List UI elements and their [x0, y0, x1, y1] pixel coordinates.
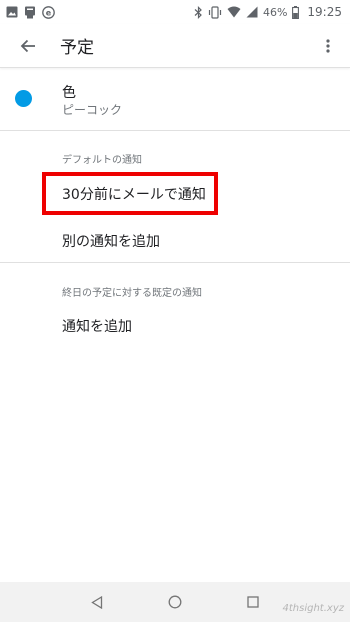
add-all-day-notification-button[interactable]: 通知を追加	[62, 316, 132, 336]
page-title: 予定	[60, 38, 94, 58]
color-swatch	[15, 90, 32, 107]
nav-home-button[interactable]	[163, 590, 187, 614]
svg-text:e: e	[46, 8, 52, 17]
vibrate-icon	[208, 5, 222, 19]
status-bar-left: e	[6, 5, 55, 19]
card-icon	[24, 6, 36, 19]
color-value: ピーコック	[62, 103, 123, 117]
back-button[interactable]	[0, 24, 56, 68]
image-icon	[6, 6, 18, 18]
app-bar: 予定	[0, 24, 350, 68]
more-options-button[interactable]	[314, 24, 342, 68]
default-notifications-header: デフォルトの通知	[62, 155, 142, 166]
e-icon: e	[42, 5, 55, 19]
battery-icon	[292, 5, 300, 19]
status-bar: e 46% 19:25	[0, 0, 350, 24]
divider	[0, 130, 350, 131]
navigation-bar	[0, 582, 350, 622]
nav-recents-button[interactable]	[241, 590, 265, 614]
all-day-notifications-header: 終日の予定に対する既定の通知	[62, 288, 202, 299]
watermark: 4thsight.xyz	[282, 603, 344, 614]
wifi-icon	[227, 6, 241, 18]
more-vert-icon	[326, 39, 330, 53]
arrow-back-icon	[20, 39, 35, 52]
highlight-annotation	[42, 172, 218, 215]
screen: e 46% 19:25 予定 色 ピーコック デフォルトの通知 30分前にメール…	[0, 0, 350, 622]
clock: 19:25	[307, 5, 342, 19]
color-label: 色	[62, 85, 76, 101]
signal-icon	[246, 6, 258, 18]
status-bar-right: 46% 19:25	[194, 5, 342, 19]
color-setting-row[interactable]: 色 ピーコック	[0, 70, 350, 130]
square-recents-icon	[247, 596, 259, 608]
triangle-back-icon	[91, 595, 103, 609]
add-notification-button[interactable]: 別の通知を追加	[62, 231, 160, 251]
circle-home-icon	[168, 595, 182, 609]
divider	[0, 262, 350, 263]
battery-percent: 46%	[262, 5, 288, 19]
bluetooth-icon	[194, 5, 203, 19]
nav-back-button[interactable]	[85, 590, 109, 614]
